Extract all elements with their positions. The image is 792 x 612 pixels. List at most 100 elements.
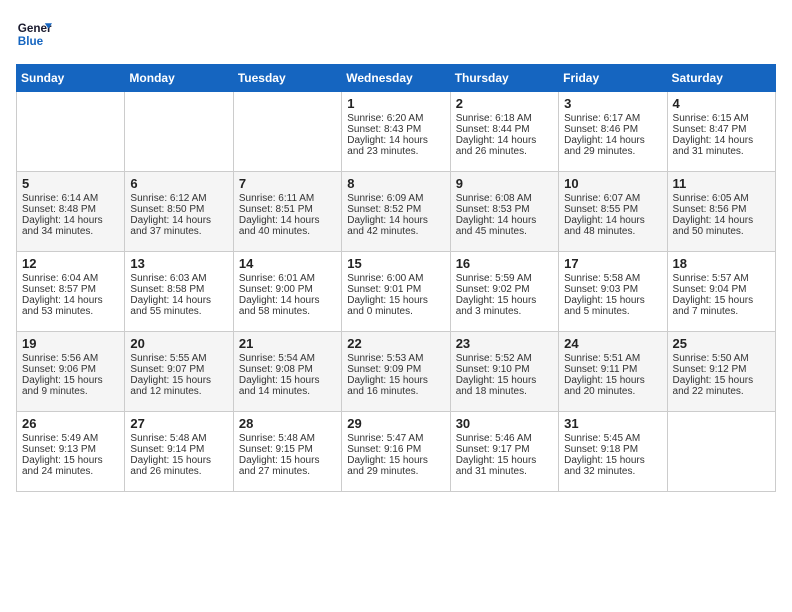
day-info: and 26 minutes. <box>456 146 553 157</box>
calendar-cell: 22Sunrise: 5:53 AMSunset: 9:09 PMDayligh… <box>342 332 450 412</box>
calendar-cell <box>667 412 775 492</box>
day-header-monday: Monday <box>125 65 233 92</box>
day-info: Sunset: 9:16 PM <box>347 444 444 455</box>
day-info: Daylight: 15 hours <box>456 455 553 466</box>
day-header-friday: Friday <box>559 65 667 92</box>
day-number: 8 <box>347 176 444 191</box>
day-info: Sunset: 8:48 PM <box>22 204 119 215</box>
day-info: Daylight: 14 hours <box>673 215 770 226</box>
day-info: Daylight: 15 hours <box>673 295 770 306</box>
calendar-cell: 30Sunrise: 5:46 AMSunset: 9:17 PMDayligh… <box>450 412 558 492</box>
day-info: and 32 minutes. <box>564 466 661 477</box>
day-number: 19 <box>22 336 119 351</box>
day-info: Daylight: 15 hours <box>239 455 336 466</box>
calendar-cell: 7Sunrise: 6:11 AMSunset: 8:51 PMDaylight… <box>233 172 341 252</box>
day-number: 21 <box>239 336 336 351</box>
day-info: Sunrise: 6:07 AM <box>564 193 661 204</box>
day-info: and 53 minutes. <box>22 306 119 317</box>
calendar-cell <box>233 92 341 172</box>
day-info: Daylight: 14 hours <box>564 135 661 146</box>
day-info: Sunrise: 5:47 AM <box>347 433 444 444</box>
day-number: 1 <box>347 96 444 111</box>
day-number: 29 <box>347 416 444 431</box>
day-info: Sunrise: 5:58 AM <box>564 273 661 284</box>
day-info: Sunset: 8:43 PM <box>347 124 444 135</box>
day-info: Sunset: 8:46 PM <box>564 124 661 135</box>
day-number: 23 <box>456 336 553 351</box>
calendar-cell: 16Sunrise: 5:59 AMSunset: 9:02 PMDayligh… <box>450 252 558 332</box>
day-info: Sunrise: 6:15 AM <box>673 113 770 124</box>
day-info: Sunset: 9:10 PM <box>456 364 553 375</box>
day-header-tuesday: Tuesday <box>233 65 341 92</box>
day-info: Daylight: 14 hours <box>673 135 770 146</box>
calendar-cell: 12Sunrise: 6:04 AMSunset: 8:57 PMDayligh… <box>17 252 125 332</box>
day-info: and 27 minutes. <box>239 466 336 477</box>
day-info: Sunrise: 5:54 AM <box>239 353 336 364</box>
day-info: and 3 minutes. <box>456 306 553 317</box>
day-info: Sunrise: 6:18 AM <box>456 113 553 124</box>
day-info: Sunrise: 6:20 AM <box>347 113 444 124</box>
day-info: Sunrise: 5:46 AM <box>456 433 553 444</box>
calendar-cell <box>17 92 125 172</box>
day-info: Sunset: 9:08 PM <box>239 364 336 375</box>
day-number: 7 <box>239 176 336 191</box>
day-info: and 18 minutes. <box>456 386 553 397</box>
day-number: 13 <box>130 256 227 271</box>
day-info: Sunrise: 6:03 AM <box>130 273 227 284</box>
day-info: Sunset: 9:18 PM <box>564 444 661 455</box>
calendar-cell: 4Sunrise: 6:15 AMSunset: 8:47 PMDaylight… <box>667 92 775 172</box>
calendar-cell: 5Sunrise: 6:14 AMSunset: 8:48 PMDaylight… <box>17 172 125 252</box>
day-info: Daylight: 15 hours <box>456 375 553 386</box>
day-number: 30 <box>456 416 553 431</box>
day-info: Sunset: 9:00 PM <box>239 284 336 295</box>
day-info: Sunrise: 6:14 AM <box>22 193 119 204</box>
calendar-cell: 8Sunrise: 6:09 AMSunset: 8:52 PMDaylight… <box>342 172 450 252</box>
calendar-cell: 6Sunrise: 6:12 AMSunset: 8:50 PMDaylight… <box>125 172 233 252</box>
day-info: Sunset: 9:15 PM <box>239 444 336 455</box>
calendar-week-row: 26Sunrise: 5:49 AMSunset: 9:13 PMDayligh… <box>17 412 776 492</box>
day-info: and 58 minutes. <box>239 306 336 317</box>
day-info: Daylight: 15 hours <box>347 295 444 306</box>
day-info: Sunrise: 5:48 AM <box>130 433 227 444</box>
calendar-header-row: SundayMondayTuesdayWednesdayThursdayFrid… <box>17 65 776 92</box>
day-info: and 50 minutes. <box>673 226 770 237</box>
day-info: Sunrise: 6:00 AM <box>347 273 444 284</box>
day-info: Daylight: 15 hours <box>22 455 119 466</box>
day-number: 27 <box>130 416 227 431</box>
day-info: Sunset: 9:03 PM <box>564 284 661 295</box>
day-info: and 24 minutes. <box>22 466 119 477</box>
day-number: 15 <box>347 256 444 271</box>
day-info: Sunset: 9:11 PM <box>564 364 661 375</box>
day-number: 18 <box>673 256 770 271</box>
calendar-week-row: 19Sunrise: 5:56 AMSunset: 9:06 PMDayligh… <box>17 332 776 412</box>
day-info: Sunset: 9:12 PM <box>673 364 770 375</box>
calendar-cell: 3Sunrise: 6:17 AMSunset: 8:46 PMDaylight… <box>559 92 667 172</box>
day-info: Sunset: 8:53 PM <box>456 204 553 215</box>
day-info: and 20 minutes. <box>564 386 661 397</box>
day-info: Sunrise: 6:05 AM <box>673 193 770 204</box>
calendar-cell: 1Sunrise: 6:20 AMSunset: 8:43 PMDaylight… <box>342 92 450 172</box>
day-header-saturday: Saturday <box>667 65 775 92</box>
day-info: Sunset: 8:57 PM <box>22 284 119 295</box>
day-info: Daylight: 15 hours <box>673 375 770 386</box>
day-number: 17 <box>564 256 661 271</box>
calendar-cell: 31Sunrise: 5:45 AMSunset: 9:18 PMDayligh… <box>559 412 667 492</box>
calendar-cell: 25Sunrise: 5:50 AMSunset: 9:12 PMDayligh… <box>667 332 775 412</box>
day-info: Sunset: 9:13 PM <box>22 444 119 455</box>
day-info: and 29 minutes. <box>564 146 661 157</box>
day-info: Sunrise: 5:49 AM <box>22 433 119 444</box>
day-info: and 14 minutes. <box>239 386 336 397</box>
day-number: 25 <box>673 336 770 351</box>
calendar-cell: 19Sunrise: 5:56 AMSunset: 9:06 PMDayligh… <box>17 332 125 412</box>
day-info: Sunset: 9:14 PM <box>130 444 227 455</box>
day-info: Sunset: 8:51 PM <box>239 204 336 215</box>
day-info: Sunset: 8:52 PM <box>347 204 444 215</box>
day-info: and 37 minutes. <box>130 226 227 237</box>
calendar-cell: 2Sunrise: 6:18 AMSunset: 8:44 PMDaylight… <box>450 92 558 172</box>
day-info: Sunrise: 5:48 AM <box>239 433 336 444</box>
calendar-cell: 29Sunrise: 5:47 AMSunset: 9:16 PMDayligh… <box>342 412 450 492</box>
day-info: Daylight: 15 hours <box>456 295 553 306</box>
calendar-cell: 11Sunrise: 6:05 AMSunset: 8:56 PMDayligh… <box>667 172 775 252</box>
day-header-wednesday: Wednesday <box>342 65 450 92</box>
day-info: Daylight: 15 hours <box>564 455 661 466</box>
